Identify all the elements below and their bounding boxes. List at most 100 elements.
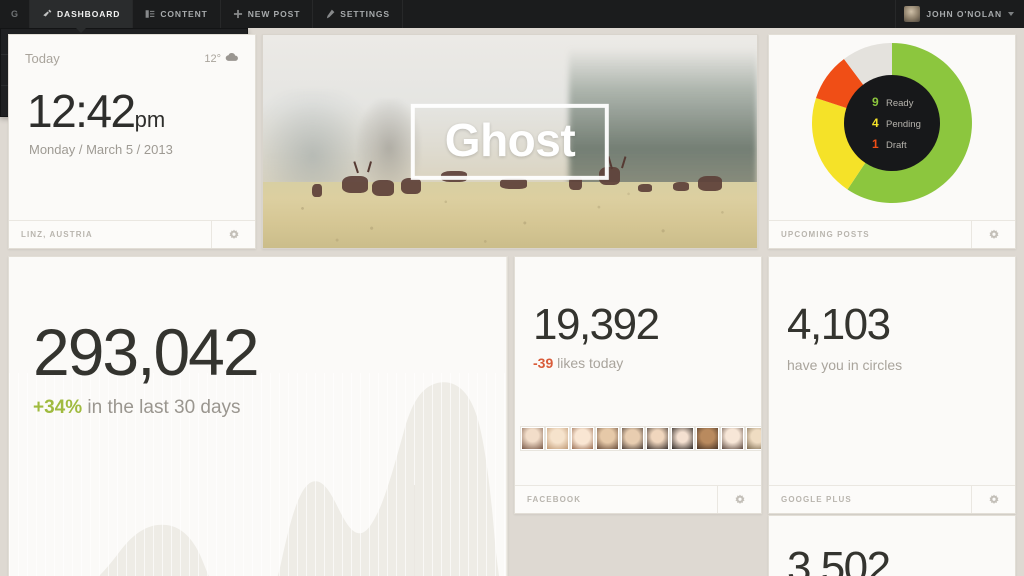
chevron-down-icon — [1008, 12, 1014, 16]
chart-tooltip-guideline — [414, 485, 415, 576]
facebook-delta-suffix: likes today — [553, 355, 624, 371]
gear-icon — [988, 494, 1000, 506]
active-tab-caret — [76, 28, 87, 33]
twitter-followers-value: 3,502 — [787, 543, 891, 576]
facebook-avatar-row — [521, 427, 761, 450]
nav-label-new-post: NEW POST — [247, 9, 301, 19]
photo-field — [263, 181, 757, 248]
deer-figure — [401, 177, 422, 194]
pageviews-subtitle: +34% in the last 30 days — [33, 397, 507, 419]
avatar[interactable] — [721, 427, 744, 450]
clock-settings-button[interactable] — [211, 221, 255, 248]
nav-label-settings: SETTINGS — [340, 9, 391, 19]
avatar — [904, 6, 921, 22]
legend-count-pending: 4 — [872, 116, 879, 130]
upcoming-posts-donut-chart: 9 Ready 4 Pending 1 Draft — [808, 39, 976, 207]
location-label: LINZ, AUSTRIA — [21, 230, 93, 239]
nav-label-content: CONTENT — [160, 9, 208, 19]
legend-item-ready: 9 Ready — [872, 95, 940, 109]
twitter-followers-widget: 3,502 — [768, 515, 1016, 576]
google-plus-caption: have you in circles — [787, 357, 903, 373]
avatar[interactable] — [646, 427, 669, 450]
nav-label-dashboard: DASHBOARD — [57, 9, 121, 19]
facebook-likes-value: 19,392 — [533, 300, 660, 349]
deer-figure — [371, 179, 394, 196]
pageviews-value: 293,042 — [33, 315, 260, 389]
widget-grid: Today 12° 12:42pm Monday / March 5 / 201… — [0, 28, 1024, 576]
upcoming-posts-footer: UPCOMING POSTS — [769, 220, 1015, 248]
nav-spacer — [403, 0, 897, 28]
dashboard-app: G DASHBOARD CONTENT NEW POST SETTINGS JO… — [0, 0, 1024, 576]
time-value: 12:42 — [27, 85, 136, 137]
avatar[interactable] — [621, 427, 644, 450]
legend-item-draft: 1 Draft — [872, 137, 940, 151]
pageviews-stat-block: 293,042 +34% in the last 30 days — [9, 257, 507, 419]
legend-label-pending: Pending — [886, 119, 921, 130]
facebook-footer: FACEBOOK — [515, 485, 761, 513]
logo-text: G — [10, 9, 18, 19]
hero-image-widget: Ghost — [262, 34, 758, 249]
nav-item-dashboard[interactable]: DASHBOARD — [30, 0, 134, 33]
deer-figure — [638, 184, 653, 193]
facebook-settings-button[interactable] — [717, 486, 761, 513]
cloud-icon — [225, 52, 239, 65]
google-plus-label: GOOGLE PLUS — [781, 495, 852, 504]
clock-header: Today 12° — [9, 35, 255, 66]
gear-icon — [228, 229, 240, 241]
current-date: Monday / March 5 / 2013 — [29, 142, 173, 157]
legend-label-ready: Ready — [886, 98, 914, 109]
facebook-label: FACEBOOK — [527, 495, 582, 504]
facebook-widget: 19,392 -39 likes today FACEBOOK — [514, 256, 762, 514]
current-time: 12:42pm — [9, 66, 255, 134]
pageviews-delta: +34% — [33, 397, 83, 418]
gear-icon — [988, 229, 1000, 241]
pageviews-delta-suffix: in the last 30 days — [82, 397, 241, 418]
google-plus-value: 4,103 — [787, 300, 891, 349]
temperature-value: 12° — [204, 52, 221, 65]
plus-icon — [233, 9, 243, 19]
gear-icon — [734, 494, 746, 506]
pin-icon — [42, 9, 52, 19]
legend-count-draft: 1 — [872, 137, 879, 151]
avatar[interactable] — [671, 427, 694, 450]
google-plus-settings-button[interactable] — [971, 486, 1015, 513]
avatar[interactable] — [746, 427, 761, 450]
clock-footer: LINZ, AUSTRIA — [9, 220, 255, 248]
google-plus-widget: 4,103 have you in circles GOOGLE PLUS — [768, 256, 1016, 514]
deer-figure — [697, 175, 722, 191]
weather-readout: 12° — [204, 52, 239, 65]
time-meridiem: pm — [134, 107, 166, 132]
legend-item-pending: 4 Pending — [872, 116, 940, 130]
hero-photo: Ghost — [263, 35, 757, 248]
upcoming-posts-settings-button[interactable] — [971, 221, 1015, 248]
nav-item-settings[interactable]: SETTINGS — [313, 0, 404, 28]
deer-figure — [342, 175, 369, 193]
upcoming-posts-label: UPCOMING POSTS — [781, 230, 870, 239]
avatar[interactable] — [571, 427, 594, 450]
deer-figure — [673, 181, 690, 191]
nav-item-new-post[interactable]: NEW POST — [221, 0, 314, 28]
pageviews-widget: 293,042 +34% in the last 30 days 14,204 — [8, 256, 508, 576]
clock-widget: Today 12° 12:42pm Monday / March 5 / 201… — [8, 34, 256, 249]
top-navigation-bar: G DASHBOARD CONTENT NEW POST SETTINGS JO… — [0, 0, 1024, 33]
user-name: JOHN O'NOLAN — [926, 9, 1002, 19]
legend-count-ready: 9 — [872, 95, 879, 109]
avatar[interactable] — [596, 427, 619, 450]
deer-figure — [312, 184, 323, 198]
avatar[interactable] — [696, 427, 719, 450]
ghost-logo-overlay: Ghost — [410, 103, 610, 180]
ghost-logo-button[interactable]: G — [0, 0, 30, 28]
nav-item-content[interactable]: CONTENT — [133, 0, 221, 28]
avatar[interactable] — [521, 427, 544, 450]
upcoming-posts-widget: 9 Ready 4 Pending 1 Draft UPCOMING POSTS — [768, 34, 1016, 249]
legend-label-draft: Draft — [886, 140, 907, 151]
user-menu[interactable]: JOHN O'NOLAN — [896, 0, 1024, 28]
donut-legend: 9 Ready 4 Pending 1 Draft — [844, 75, 940, 171]
wrench-icon — [325, 9, 335, 19]
facebook-delta: -39 — [533, 355, 554, 371]
facebook-subtitle: -39 likes today — [515, 347, 761, 371]
avatar[interactable] — [546, 427, 569, 450]
list-icon — [145, 9, 155, 19]
today-label: Today — [25, 51, 60, 66]
google-plus-footer: GOOGLE PLUS — [769, 485, 1015, 513]
